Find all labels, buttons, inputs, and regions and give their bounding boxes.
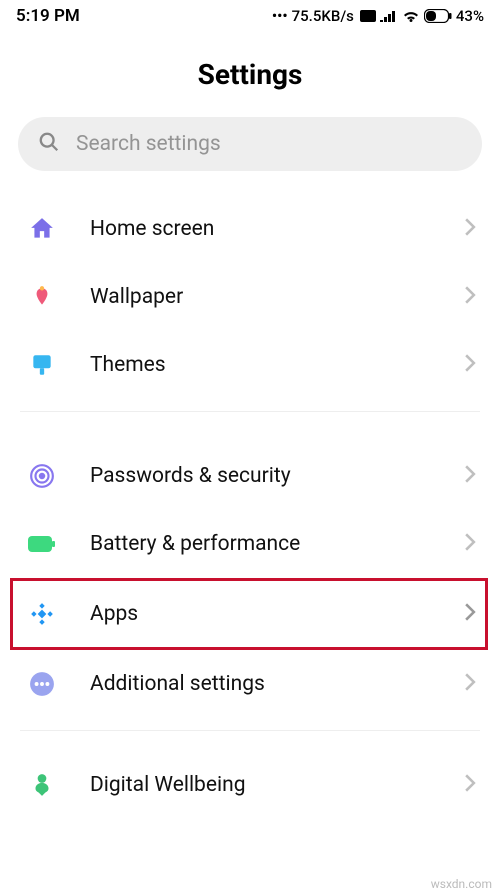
search-icon <box>38 131 60 157</box>
row-label: Digital Wellbeing <box>90 773 464 797</box>
row-label: Wallpaper <box>90 285 464 309</box>
wellbeing-icon <box>28 771 56 799</box>
chevron-right-icon <box>464 465 476 487</box>
row-additional-settings[interactable]: Additional settings <box>0 650 500 718</box>
row-label: Themes <box>90 353 464 377</box>
section-divider <box>20 730 480 731</box>
page-title: Settings <box>0 58 500 91</box>
chevron-right-icon <box>464 286 476 308</box>
battery-icon <box>28 530 56 558</box>
status-bar: 5:19 PM ••• 75.5KB/s 43% <box>0 0 500 30</box>
status-icons: ••• 75.5KB/s 43% <box>272 7 484 25</box>
signal-icon <box>380 10 398 22</box>
battery-icon <box>424 9 452 23</box>
search-placeholder: Search settings <box>76 132 221 156</box>
additional-icon <box>28 670 56 698</box>
search-input[interactable]: Search settings <box>18 117 482 171</box>
chevron-right-icon <box>464 774 476 796</box>
dots-icon: ••• <box>272 7 288 25</box>
fingerprint-icon <box>28 462 56 490</box>
status-time: 5:19 PM <box>16 6 80 26</box>
row-themes[interactable]: Themes <box>0 331 500 399</box>
volte-icon <box>360 10 376 22</box>
row-wallpaper[interactable]: Wallpaper <box>0 263 500 331</box>
row-digital-wellbeing[interactable]: Digital Wellbeing <box>0 751 500 819</box>
row-label: Passwords & security <box>90 464 464 488</box>
row-label: Battery & performance <box>90 532 464 556</box>
row-label: Apps <box>90 602 464 626</box>
chevron-right-icon <box>464 354 476 376</box>
home-icon <box>28 215 56 243</box>
settings-list: Home screen Wallpaper Themes Passwords &… <box>0 195 500 819</box>
battery-percent: 43% <box>456 7 484 25</box>
row-home-screen[interactable]: Home screen <box>0 195 500 263</box>
wifi-icon <box>402 9 420 23</box>
section-divider <box>20 411 480 412</box>
watermark: wsxdn.com <box>431 877 492 891</box>
row-label: Additional settings <box>90 672 464 696</box>
row-passwords-security[interactable]: Passwords & security <box>0 442 500 510</box>
row-apps[interactable]: Apps <box>0 578 500 650</box>
net-speed: 75.5KB/s <box>292 7 354 25</box>
row-battery-performance[interactable]: Battery & performance <box>0 510 500 578</box>
wallpaper-icon <box>28 283 56 311</box>
row-label: Home screen <box>90 217 464 241</box>
chevron-right-icon <box>464 533 476 555</box>
apps-icon <box>28 600 56 628</box>
chevron-right-icon <box>464 218 476 240</box>
chevron-right-icon <box>464 673 476 695</box>
chevron-right-icon <box>464 603 476 625</box>
themes-icon <box>28 351 56 379</box>
